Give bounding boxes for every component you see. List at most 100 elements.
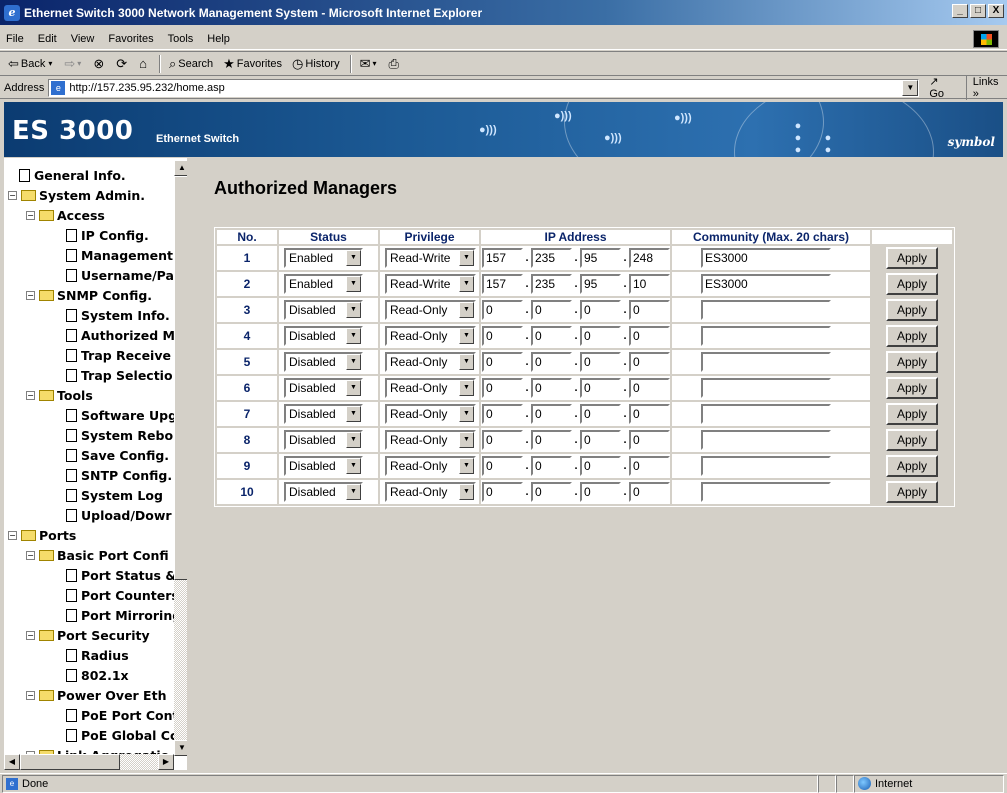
apply-button[interactable]: Apply <box>886 377 938 399</box>
privilege-select[interactable]: Read-Only ▼ <box>385 326 476 346</box>
tree-item[interactable]: System Log <box>66 486 163 504</box>
ip-octet-2-input[interactable]: 0 <box>531 430 572 450</box>
apply-button[interactable]: Apply <box>886 273 938 295</box>
ip-octet-4-input[interactable]: 0 <box>629 352 670 372</box>
print-button[interactable]: ⎙ <box>389 56 401 72</box>
tree-item[interactable]: − Access <box>26 206 105 224</box>
tree-item[interactable]: Authorized M <box>66 326 175 344</box>
status-select[interactable]: Disabled ▼ <box>284 378 363 398</box>
ip-octet-2-input[interactable]: 0 <box>531 326 572 346</box>
scrollbar-thumb[interactable] <box>20 754 120 770</box>
community-input[interactable]: ES3000 <box>701 248 831 268</box>
address-dropdown-icon[interactable]: ▼ <box>902 79 919 96</box>
menu-tools[interactable]: Tools <box>168 33 194 45</box>
status-select[interactable]: Enabled ▼ <box>284 274 363 294</box>
scroll-up-icon[interactable]: ▲ <box>174 160 187 176</box>
community-input[interactable] <box>701 404 831 424</box>
apply-button[interactable]: Apply <box>886 403 938 425</box>
history-button[interactable]: ◷ History <box>292 56 340 72</box>
tree-item[interactable]: − Power Over Eth <box>26 686 166 704</box>
tree-item[interactable]: Port Status & <box>66 566 176 584</box>
ip-octet-1-input[interactable]: 0 <box>482 300 523 320</box>
ip-octet-1-input[interactable]: 0 <box>482 326 523 346</box>
tree-item[interactable]: SNTP Config. <box>66 466 172 484</box>
menu-edit[interactable]: Edit <box>38 33 57 45</box>
forward-button[interactable]: ⇨ ▾ <box>64 56 83 72</box>
tree-item[interactable]: − Tools <box>26 386 93 404</box>
dropdown-arrow-icon[interactable]: ▼ <box>459 458 474 474</box>
collapse-toggle-icon[interactable]: − <box>8 190 17 200</box>
collapse-toggle-icon[interactable]: − <box>26 390 35 400</box>
dropdown-arrow-icon[interactable]: ▼ <box>459 380 474 396</box>
apply-button[interactable]: Apply <box>886 351 938 373</box>
collapse-toggle-icon[interactable]: − <box>26 550 35 560</box>
dropdown-arrow-icon[interactable]: ▼ <box>459 484 474 500</box>
tree-item[interactable]: Port Mirroring <box>66 606 181 624</box>
apply-button[interactable]: Apply <box>886 455 938 477</box>
ip-octet-1-input[interactable]: 0 <box>482 404 523 424</box>
collapse-toggle-icon[interactable]: − <box>26 690 35 700</box>
ip-octet-4-input[interactable]: 0 <box>629 456 670 476</box>
mail-button[interactable]: ✉ ▾ <box>360 56 379 72</box>
stop-button[interactable]: ⊗ <box>93 56 106 72</box>
status-select[interactable]: Disabled ▼ <box>284 456 363 476</box>
privilege-select[interactable]: Read-Only ▼ <box>385 482 476 502</box>
status-select[interactable]: Disabled ▼ <box>284 430 363 450</box>
community-input[interactable] <box>701 352 831 372</box>
ip-octet-3-input[interactable]: 0 <box>580 326 621 346</box>
ip-octet-4-input[interactable]: 0 <box>629 404 670 424</box>
community-input[interactable] <box>701 456 831 476</box>
ip-octet-3-input[interactable]: 0 <box>580 352 621 372</box>
ip-octet-4-input[interactable]: 0 <box>629 378 670 398</box>
ip-octet-4-input[interactable]: 0 <box>629 482 670 502</box>
ip-octet-4-input[interactable]: 248 <box>629 248 670 268</box>
tree-item[interactable]: Username/Pa <box>66 266 174 284</box>
collapse-toggle-icon[interactable]: − <box>8 530 17 540</box>
tree-item[interactable]: Save Config. <box>66 446 169 464</box>
apply-button[interactable]: Apply <box>886 247 938 269</box>
ip-octet-2-input[interactable]: 0 <box>531 404 572 424</box>
tree-item[interactable]: − Ports <box>8 526 76 544</box>
dropdown-arrow-icon[interactable]: ▼ <box>346 380 361 396</box>
tree-item[interactable]: Radius <box>66 646 129 664</box>
back-button[interactable]: ⇦ Back ▾ <box>8 56 54 72</box>
dropdown-arrow-icon[interactable]: ▼ <box>346 354 361 370</box>
tree-vertical-scrollbar[interactable]: ▲ ▼ <box>174 160 187 756</box>
apply-button[interactable]: Apply <box>886 481 938 503</box>
tree-item[interactable]: − SNMP Config. <box>26 286 152 304</box>
dropdown-arrow-icon[interactable]: ▼ <box>459 302 474 318</box>
dropdown-arrow-icon[interactable]: ▼ <box>346 328 361 344</box>
dropdown-arrow-icon[interactable]: ▼ <box>346 276 361 292</box>
privilege-select[interactable]: Read-Only ▼ <box>385 430 476 450</box>
privilege-select[interactable]: Read-Only ▼ <box>385 378 476 398</box>
tree-item[interactable]: System Info. <box>66 306 170 324</box>
ip-octet-1-input[interactable]: 0 <box>482 378 523 398</box>
status-select[interactable]: Disabled ▼ <box>284 326 363 346</box>
dropdown-arrow-icon[interactable]: ▼ <box>346 406 361 422</box>
menu-help[interactable]: Help <box>207 33 230 45</box>
status-select[interactable]: Disabled ▼ <box>284 300 363 320</box>
collapse-toggle-icon[interactable]: − <box>26 210 35 220</box>
tree-item[interactable]: PoE Port Cont <box>66 706 179 724</box>
ip-octet-2-input[interactable]: 0 <box>531 456 572 476</box>
dropdown-arrow-icon[interactable]: ▼ <box>459 276 474 292</box>
ip-octet-2-input[interactable]: 0 <box>531 352 572 372</box>
apply-button[interactable]: Apply <box>886 429 938 451</box>
collapse-toggle-icon[interactable]: − <box>26 290 35 300</box>
status-select[interactable]: Enabled ▼ <box>284 248 363 268</box>
dropdown-arrow-icon[interactable]: ▼ <box>346 484 361 500</box>
scroll-right-icon[interactable]: ▶ <box>158 754 174 770</box>
scrollbar-thumb[interactable] <box>174 176 187 580</box>
search-button[interactable]: ⌕ Search <box>169 56 213 72</box>
tree-item[interactable]: 802.1x <box>66 666 129 684</box>
tree-item[interactable]: System Rebo <box>66 426 173 444</box>
community-input[interactable] <box>701 326 831 346</box>
privilege-select[interactable]: Read-Only ▼ <box>385 352 476 372</box>
ip-octet-4-input[interactable]: 0 <box>629 430 670 450</box>
ip-octet-4-input[interactable]: 0 <box>629 300 670 320</box>
dropdown-arrow-icon[interactable]: ▼ <box>459 250 474 266</box>
ip-octet-3-input[interactable]: 0 <box>580 378 621 398</box>
dropdown-arrow-icon[interactable]: ▼ <box>459 354 474 370</box>
status-select[interactable]: Disabled ▼ <box>284 352 363 372</box>
dropdown-arrow-icon[interactable]: ▼ <box>346 250 361 266</box>
